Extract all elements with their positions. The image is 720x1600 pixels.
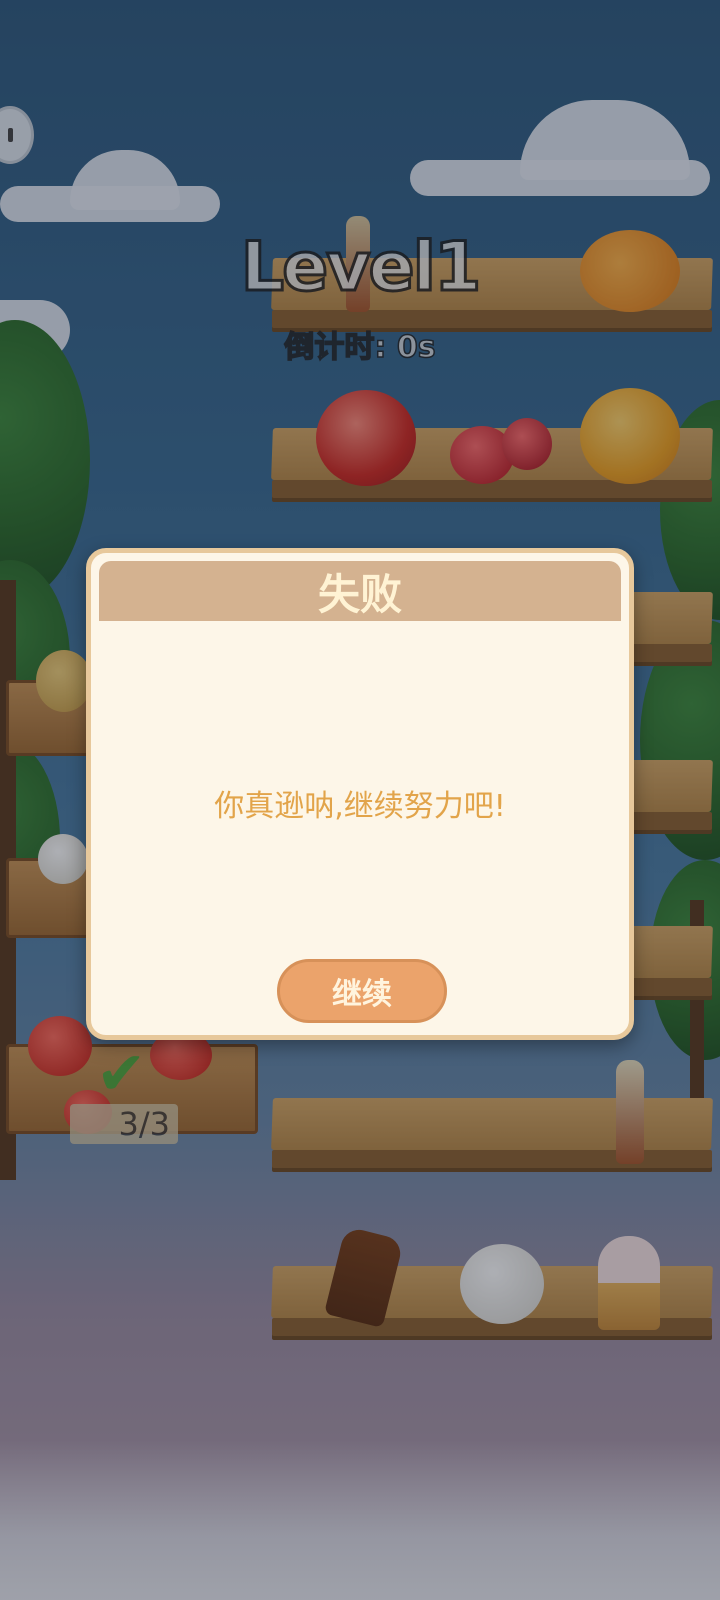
game-scene: ✔ 3/3 Level1 倒计时: 0s 失败 你真逊呐,继续努力吧! 继续 <box>0 0 720 1600</box>
continue-button[interactable]: 继续 <box>277 959 447 1023</box>
dialog-title: 失败 <box>99 561 621 621</box>
dialog-message: 你真逊呐,继续努力吧! <box>214 789 506 824</box>
fail-dialog: 失败 你真逊呐,继续努力吧! 继续 <box>86 548 634 1040</box>
